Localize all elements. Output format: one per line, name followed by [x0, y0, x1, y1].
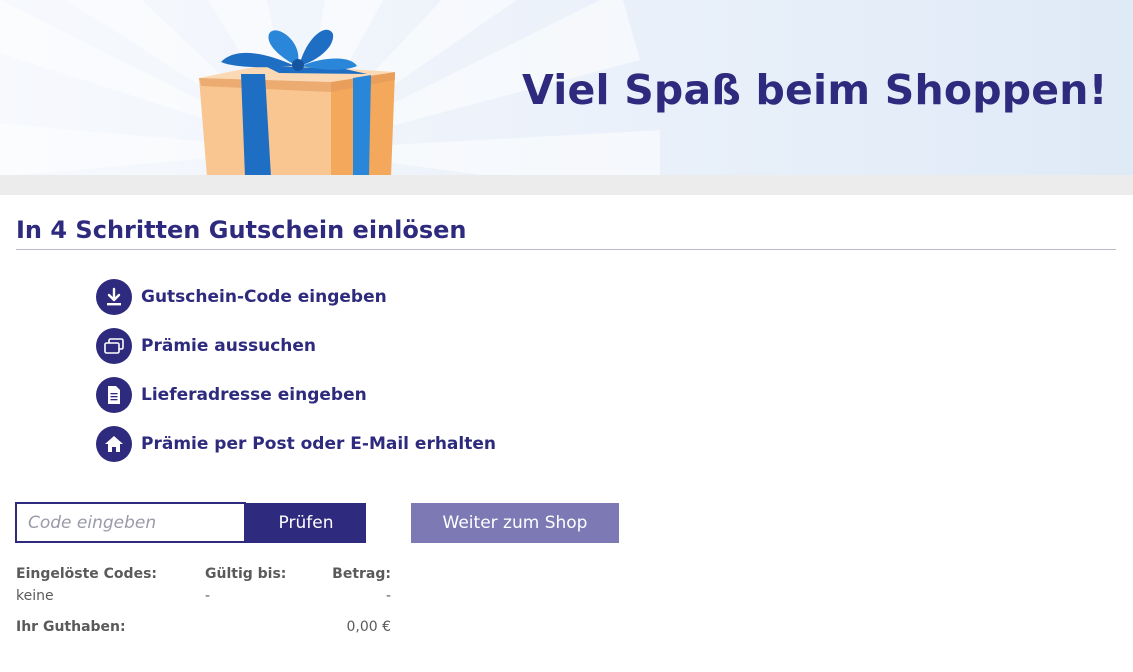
- step-label: Gutschein-Code eingeben: [141, 287, 387, 307]
- cards-icon: [96, 328, 132, 364]
- valid-until-header: Gültig bis:: [205, 566, 287, 582]
- gift-box-illustration: [199, 29, 395, 175]
- valid-until-value: -: [205, 588, 211, 604]
- home-icon: [96, 426, 132, 462]
- amount-header: Betrag:: [332, 566, 391, 582]
- hero-banner: Viel Spaß beim Shoppen!: [0, 0, 1133, 175]
- continue-to-shop-button[interactable]: Weiter zum Shop: [411, 503, 619, 543]
- step-choose-reward: Prämie aussuchen: [96, 328, 316, 364]
- step-label: Prämie per Post oder E-Mail erhalten: [141, 434, 496, 454]
- steps-title: In 4 Schritten Gutschein einlösen: [16, 216, 467, 244]
- check-code-button[interactable]: Prüfen: [246, 503, 366, 543]
- separator-bar: [0, 175, 1133, 195]
- step-label: Prämie aussuchen: [141, 336, 317, 356]
- balance-value: 0,00 €: [346, 619, 391, 635]
- step-enter-address: Lieferadresse eingeben: [96, 377, 367, 413]
- download-icon: [96, 279, 132, 315]
- title-divider: [16, 249, 1116, 250]
- redeemed-code-value: keine: [16, 588, 54, 604]
- step-receive-reward: Prämie per Post oder E-Mail erhalten: [96, 426, 496, 462]
- amount-value: -: [385, 588, 391, 604]
- balance-label: Ihr Guthaben:: [16, 619, 126, 635]
- redeemed-codes-header: Eingelöste Codes:: [16, 566, 157, 582]
- banner-headline: Viel Spaß beim Shoppen!: [522, 66, 1108, 114]
- document-icon: [96, 377, 132, 413]
- step-label: Lieferadresse eingeben: [141, 385, 367, 405]
- step-enter-code: Gutschein-Code eingeben: [96, 279, 387, 315]
- voucher-code-input[interactable]: [15, 502, 246, 543]
